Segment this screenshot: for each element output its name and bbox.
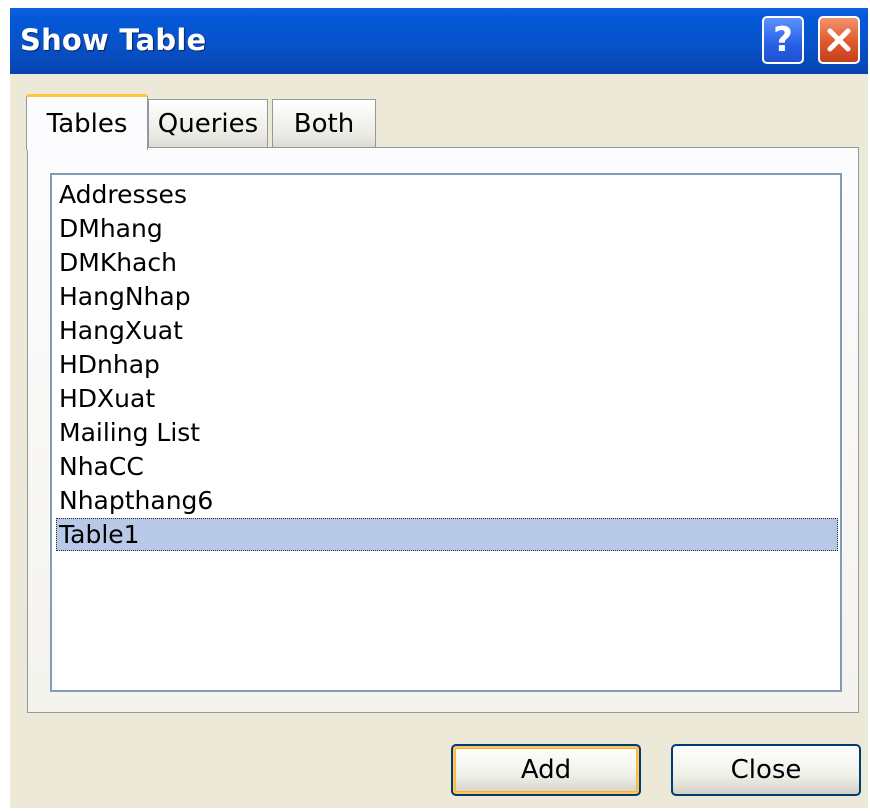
list-item-addresses[interactable]: Addresses [56, 178, 838, 211]
list-item-hangnhap[interactable]: HangNhap [56, 280, 838, 313]
help-button[interactable]: ? [762, 16, 804, 64]
list-item-dmkhach[interactable]: DMKhach [56, 246, 838, 279]
help-icon: ? [773, 20, 793, 60]
close-window-button[interactable] [818, 16, 860, 64]
dialog-title: Show Table [20, 23, 207, 57]
list-item-nhacc[interactable]: NhaCC [56, 450, 838, 483]
table-list[interactable]: Addresses DMhang DMKhach HangNhap HangXu… [50, 173, 842, 692]
list-item-nhapthang6[interactable]: Nhapthang6 [56, 484, 838, 517]
title-bar[interactable]: Show Table ? [10, 8, 868, 74]
list-item-hangxuat[interactable]: HangXuat [56, 314, 838, 347]
list-item-hdnhap[interactable]: HDnhap [56, 348, 838, 381]
list-item-hdxuat[interactable]: HDXuat [56, 382, 838, 415]
tab-tables[interactable]: Tables [26, 94, 148, 150]
show-table-dialog: Show Table ? Tables Queries Both Address… [10, 8, 868, 808]
tab-both[interactable]: Both [272, 99, 376, 147]
tab-panel: Addresses DMhang DMKhach HangNhap HangXu… [27, 147, 859, 713]
list-item-dmhang[interactable]: DMhang [56, 212, 838, 245]
tab-queries[interactable]: Queries [148, 99, 268, 147]
add-button[interactable]: Add [451, 744, 641, 796]
list-item-table1[interactable]: Table1 [56, 518, 838, 551]
close-icon [827, 28, 851, 52]
close-button[interactable]: Close [671, 744, 861, 796]
list-item-mailing-list[interactable]: Mailing List [56, 416, 838, 449]
